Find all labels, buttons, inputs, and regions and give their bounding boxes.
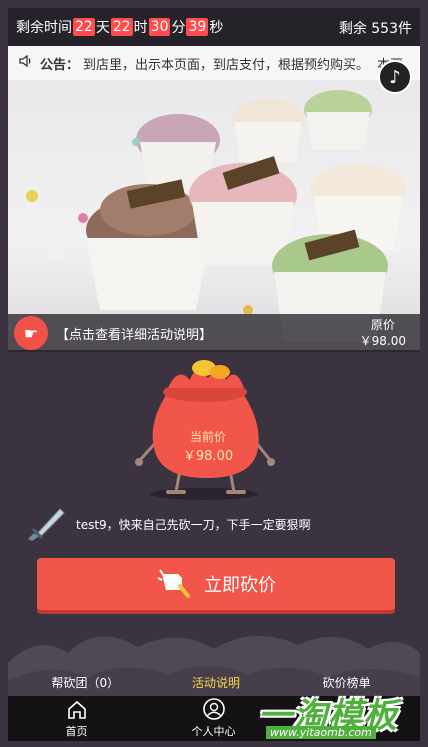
tab-helpers[interactable]: 帮砍团（0） xyxy=(20,670,151,696)
cut-price-label: 立即砍价 xyxy=(204,575,276,596)
nav-home-label: 首页 xyxy=(65,725,88,738)
cut-price-button[interactable]: 立即砍价 xyxy=(37,558,395,610)
money-bag-icon xyxy=(135,360,275,500)
original-price-block: 原价 ￥98.00 xyxy=(360,317,406,349)
notice-label: 公告： xyxy=(40,57,80,73)
stock-remaining: 剩余 553件 xyxy=(338,21,412,37)
nav-user-label: 个人中心 xyxy=(191,725,236,738)
countdown-minutes: 30 xyxy=(148,18,171,36)
app-frame: 剩余时间 22 天 22 时 30 分 39 秒 剩余 553件 公告： 到店里… xyxy=(8,8,420,741)
countdown-days-unit: 天 xyxy=(95,20,110,36)
countdown-hours-unit: 时 xyxy=(133,20,148,36)
cleaver-icon xyxy=(157,569,190,598)
current-price-value: ￥98.00 xyxy=(182,449,234,464)
tab-activity-info[interactable]: 活动说明 xyxy=(151,670,282,696)
bottom-nav: 首页 个人中心 xyxy=(8,696,420,741)
nav-home[interactable]: 首页 xyxy=(8,696,145,741)
product-image xyxy=(8,80,420,350)
home-icon xyxy=(67,700,86,719)
original-price-label: 原价 xyxy=(370,318,395,332)
countdown-seconds-unit: 秒 xyxy=(209,20,224,36)
countdown-prefix: 剩余时间 xyxy=(16,20,72,36)
activity-link[interactable]: 【点击查看详细活动说明】 xyxy=(56,324,212,343)
activity-link-bar[interactable]: ☛ 【点击查看详细活动说明】 原价 ￥98.00 xyxy=(8,314,420,352)
music-toggle-icon[interactable]: ♪ xyxy=(378,60,412,94)
countdown-minutes-unit: 分 xyxy=(171,20,186,36)
speaker-icon xyxy=(18,53,34,73)
sword-icon xyxy=(28,508,65,541)
price-bag: 当前价 ￥98.00 xyxy=(8,352,420,502)
chop-message: test9，快来自己先砍一刀，下手一定要狠啊 xyxy=(76,517,311,532)
countdown-hours: 22 xyxy=(110,18,133,36)
notice-text: 到店里，出示本页面，到店支付，根据预约购买。 xyxy=(83,57,370,73)
pointing-hand-icon: ☛ xyxy=(14,316,48,350)
nav-third[interactable] xyxy=(282,696,419,741)
tab-bar: 帮砍团（0） 活动说明 砍价榜单 xyxy=(20,670,412,696)
countdown-bar: 剩余时间 22 天 22 时 30 分 39 秒 剩余 553件 xyxy=(8,8,420,46)
chop-message-row: test9，快来自己先砍一刀，下手一定要狠啊 xyxy=(24,504,414,544)
nav-user[interactable]: 个人中心 xyxy=(145,696,282,741)
user-icon xyxy=(202,698,225,720)
tab-ranking[interactable]: 砍价榜单 xyxy=(281,670,412,696)
notice-bar: 公告： 到店里，出示本页面，到店支付，根据预约购买。 本要 xyxy=(8,46,420,80)
original-price-value: ￥98.00 xyxy=(359,334,406,348)
current-price-label: 当前价 xyxy=(189,430,226,444)
countdown-seconds: 39 xyxy=(186,18,209,36)
countdown-days: 22 xyxy=(73,18,95,36)
